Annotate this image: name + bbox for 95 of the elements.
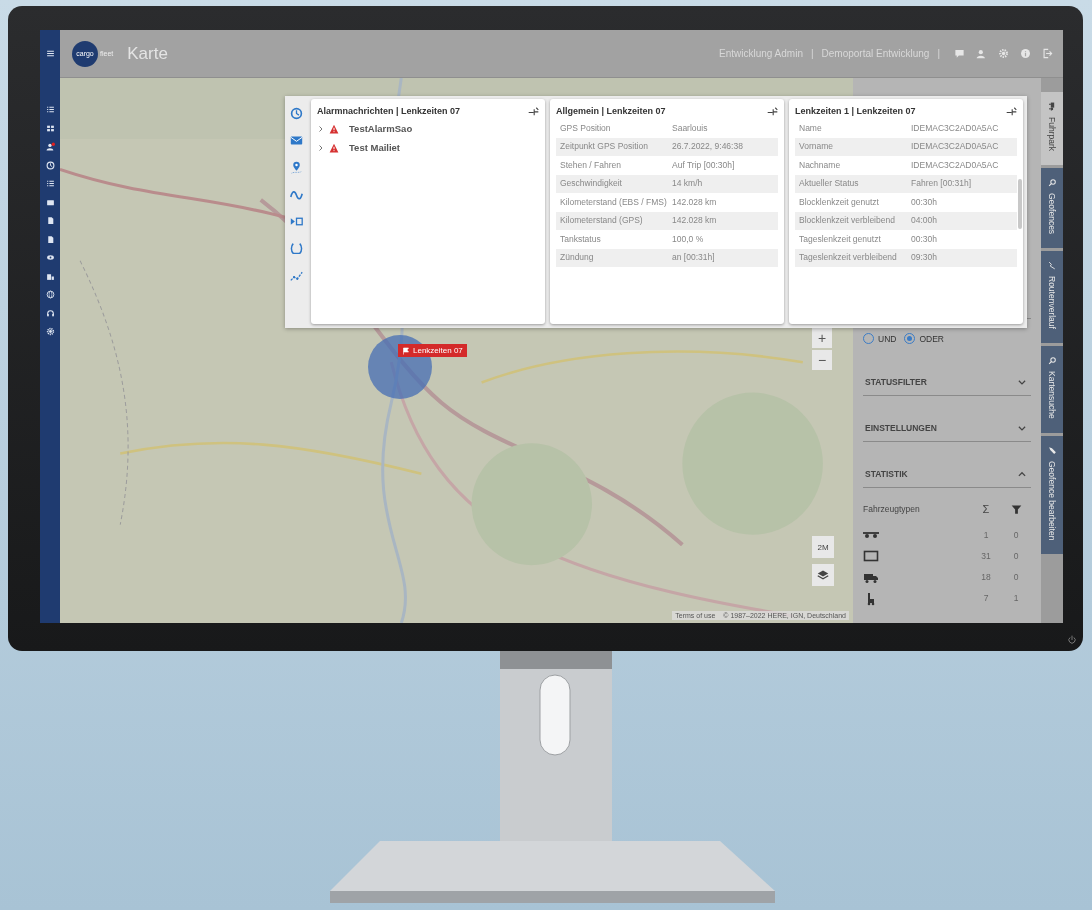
separator-text: | <box>937 48 940 59</box>
filtered-count: 1 <box>1012 592 1020 603</box>
map-pin-icon[interactable] <box>290 161 303 174</box>
zoom-in-button[interactable]: + <box>812 328 832 348</box>
column-header: Σ <box>981 503 991 515</box>
property-value: 26.7.2022, 9:46:38 <box>672 141 743 153</box>
property-label: Kilometerstand (GPS) <box>560 215 644 227</box>
property-label: Blocklenkzeit verbleibend <box>799 215 896 227</box>
filtered-count: 0 <box>1012 571 1020 582</box>
settings-icon[interactable] <box>998 48 1009 59</box>
alarm-item[interactable]: Test Mailiet <box>317 138 539 157</box>
alarm-item[interactable]: TestAlarmSao <box>317 119 539 138</box>
property-value: 09:30h <box>911 252 937 264</box>
property-value: IDEMAC3C2AD0A5AC <box>911 159 999 171</box>
property-label: Vorname <box>799 141 835 153</box>
power-icon <box>1067 635 1077 645</box>
filtered-count: 0 <box>1012 550 1020 561</box>
layers-button[interactable] <box>812 564 834 586</box>
envelope-icon[interactable] <box>290 134 303 147</box>
pin-icon <box>528 105 539 116</box>
total-count: 18 <box>980 571 992 582</box>
property-label: Tageslenkzeit verbleibend <box>799 252 898 264</box>
scrollbar[interactable] <box>1018 179 1022 229</box>
u-shape-icon[interactable] <box>290 242 303 255</box>
logout-icon[interactable] <box>1042 48 1053 59</box>
alarm-name: TestAlarmSao <box>349 123 413 134</box>
property-value: Auf Trip [00:30h] <box>672 159 735 171</box>
truck-icon <box>1047 102 1057 111</box>
filtered-count: 0 <box>1012 529 1020 540</box>
wave-icon[interactable] <box>290 188 303 201</box>
property-value: IDEMAC3C2AD0A5AC <box>911 122 999 134</box>
separator-text: | <box>810 48 814 59</box>
property-label: Tankstatus <box>560 233 602 245</box>
property-label: Zeitpunkt GPS Position <box>560 141 649 153</box>
info-icon[interactable] <box>1020 48 1031 59</box>
property-value: an [00:31h] <box>672 252 715 264</box>
side-tab[interactable]: Geofences <box>1041 168 1063 249</box>
chat-icon[interactable] <box>954 48 965 59</box>
property-label: Nachname <box>799 159 842 171</box>
property-value: 100,0 % <box>672 233 704 245</box>
property-label: Name <box>799 122 823 134</box>
layers-icon <box>817 569 829 581</box>
logic-radio[interactable]: UND <box>863 333 897 344</box>
warning-icon <box>329 123 339 134</box>
line-chart-icon[interactable] <box>290 269 303 282</box>
property-label: Aktueller Status <box>799 178 860 190</box>
pin-icon <box>1006 105 1017 116</box>
alarm-name: Test Mailiet <box>349 142 401 153</box>
property-value: 142.028 km <box>672 196 717 208</box>
property-value: 00:30h <box>911 233 937 245</box>
card-title: Alarmnachrichten | Lenkzeiten 07 <box>317 105 461 116</box>
logic-radio[interactable]: ODER <box>904 333 944 344</box>
property-label: Blocklenkzeit genutzt <box>799 196 880 208</box>
page-title: Karte <box>127 43 168 64</box>
property-value: IDEMAC3C2AD0A5AC <box>911 141 999 153</box>
pin-icon <box>767 105 778 116</box>
total-count: 7 <box>982 592 990 603</box>
side-tab[interactable]: Routenverlauf <box>1041 251 1063 344</box>
property-label: Tageslenkzeit genutzt <box>799 233 882 245</box>
total-count: 1 <box>982 529 990 540</box>
zoom-out-button[interactable]: − <box>812 350 832 370</box>
property-value: Saarlouis <box>672 122 708 134</box>
card-title: Allgemein | Lenkzeiten 07 <box>556 105 666 116</box>
trailer-icon <box>863 531 879 538</box>
side-tab[interactable]: Fuhrpark <box>1041 92 1063 165</box>
flag-icon <box>402 346 410 355</box>
property-value: Fahren [00:31h] <box>911 178 971 190</box>
property-value: 04:00h <box>911 215 937 227</box>
pencil-icon <box>1047 445 1057 455</box>
search-icon <box>1047 178 1057 187</box>
play-square-icon[interactable] <box>290 215 303 228</box>
column-header: Fahrzeugtypen <box>863 504 921 514</box>
property-label: Stehen / Fahren <box>560 159 622 171</box>
search-icon <box>1047 356 1057 366</box>
route-icon <box>1047 261 1057 271</box>
property-value: 14 km/h <box>672 178 703 190</box>
section-header[interactable]: STATUSFILTER <box>863 350 1031 396</box>
total-count: 31 <box>980 550 992 561</box>
side-tab[interactable]: Kartensuche <box>1041 346 1063 433</box>
history-icon[interactable] <box>290 107 303 120</box>
section-header[interactable]: EINSTELLUNGEN <box>863 396 1031 442</box>
property-value: 00:30h <box>911 196 937 208</box>
property-label: Zündung <box>560 252 595 264</box>
property-label: Kilometerstand (EBS / FMS) <box>560 196 668 208</box>
scale-button[interactable]: 2M <box>812 536 834 558</box>
property-value: 142.028 km <box>672 215 717 227</box>
card-title: Lenkzeiten 1 | Lenkzeiten 07 <box>795 105 916 116</box>
filter-icon <box>1010 503 1022 515</box>
warning-icon <box>329 142 339 153</box>
user-icon[interactable] <box>976 48 987 59</box>
property-label: Geschwindigkeit <box>560 178 623 190</box>
property-label: GPS Position <box>560 122 612 134</box>
side-tab[interactable]: Geofence bearbeiten <box>1041 435 1063 555</box>
section-header[interactable]: STATISTIK <box>863 442 1031 488</box>
vehicle-marker[interactable]: Lenkzeiten 07 <box>398 344 467 357</box>
